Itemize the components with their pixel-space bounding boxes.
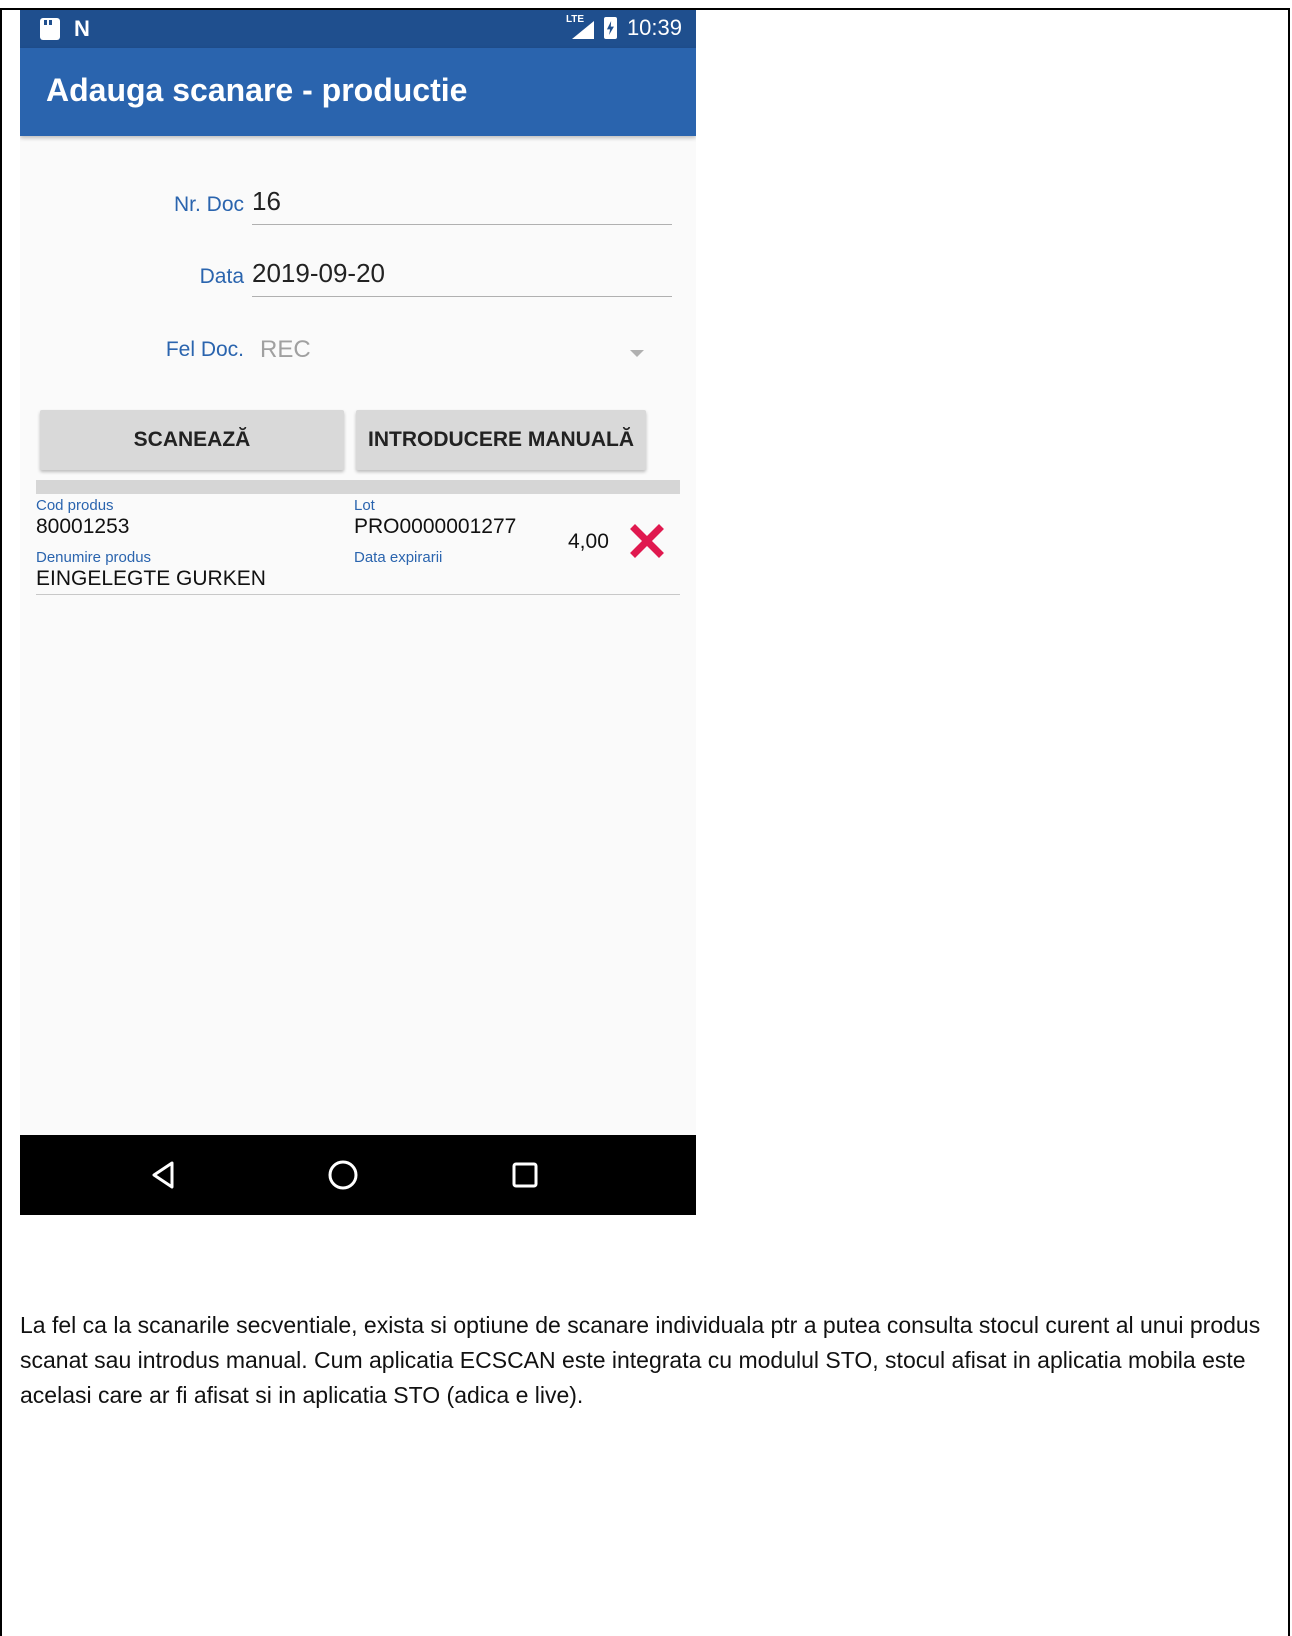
cod-produs-value: 80001253 <box>36 515 130 538</box>
list-item[interactable]: Cod produs 80001253 Denumire produs EING… <box>36 494 680 595</box>
fel-doc-value: REC <box>260 336 311 363</box>
nr-doc-label: Nr. Doc <box>173 193 244 216</box>
nr-doc-field[interactable]: 16 <box>252 186 672 225</box>
denumire-value: EINGELEGTE GURKEN <box>36 567 266 590</box>
recents-icon[interactable] <box>485 1135 565 1215</box>
data-expirarii-caption: Data expirarii <box>354 549 443 566</box>
scan-button[interactable]: SCANEAZĂ <box>40 410 344 470</box>
app-toolbar: Adauga scanare - productie <box>20 48 696 136</box>
home-icon[interactable] <box>303 1135 383 1215</box>
android-nav-bar <box>20 1135 696 1215</box>
phone-screen: N LTE 10:39 Adauga scanare - productie N… <box>20 10 696 1215</box>
nfc-n-icon: N <box>74 16 90 41</box>
fel-doc-label: Fel Doc. <box>165 338 244 361</box>
manual-entry-button[interactable]: INTRODUCERE MANUALĂ <box>356 410 646 470</box>
sd-card-icon <box>40 18 60 40</box>
cod-produs-caption: Cod produs <box>36 497 114 514</box>
list-header-divider <box>36 480 680 494</box>
status-bar: N LTE 10:39 <box>20 10 696 48</box>
battery-charging-icon <box>603 17 617 39</box>
data-label: Data <box>199 265 244 288</box>
back-icon[interactable] <box>123 1135 203 1215</box>
denumire-caption: Denumire produs <box>36 549 152 566</box>
data-field[interactable]: 2019-09-20 <box>252 258 672 297</box>
lot-caption: Lot <box>354 497 375 514</box>
description-paragraph: La fel ca la scanarile secventiale, exis… <box>20 1312 1261 1408</box>
page-title: Adauga scanare - productie <box>46 72 468 108</box>
dropdown-caret-icon <box>630 350 644 357</box>
nr-doc-value: 16 <box>252 186 281 216</box>
status-time: 10:39 <box>626 15 682 40</box>
delete-icon[interactable] <box>630 524 664 558</box>
quantity-value: 4,00 <box>568 530 609 553</box>
lot-value: PRO0000001277 <box>354 515 517 538</box>
fel-doc-select[interactable]: REC <box>252 336 672 374</box>
lte-signal-icon: LTE <box>566 14 594 39</box>
data-value: 2019-09-20 <box>252 258 385 288</box>
